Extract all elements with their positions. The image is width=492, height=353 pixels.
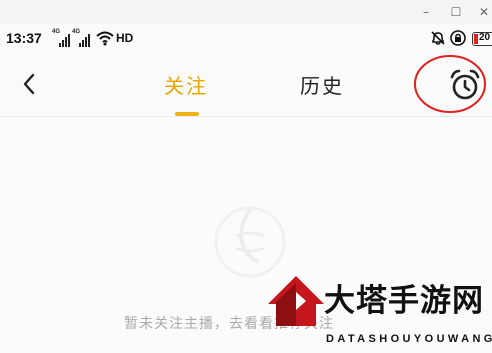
bell-mute-icon — [431, 31, 445, 45]
status-bar: 13:37 4G 4G HD 20 — [0, 24, 492, 54]
watermark-logo-icon — [268, 276, 324, 326]
wifi-icon — [96, 31, 114, 46]
hd-icon: HD — [116, 31, 134, 45]
signal-icon: 4G — [72, 29, 92, 47]
battery-icon: 20 — [472, 32, 492, 46]
chevron-left-icon[interactable] — [18, 72, 42, 96]
active-tab-indicator — [175, 112, 199, 116]
maximize-button[interactable]: ☐ — [446, 2, 466, 22]
tab-history[interactable]: 历史 — [300, 70, 344, 99]
battery-level: 20 — [479, 32, 491, 43]
watermark-subtitle: DATASHOUYOUWANG — [326, 333, 492, 345]
minimize-button[interactable]: – — [416, 2, 436, 22]
tab-follow[interactable]: 关注 — [164, 70, 208, 99]
close-button[interactable]: ✕ — [474, 2, 492, 22]
watermark-title: 大塔手游网 — [324, 283, 484, 319]
watermark: 大塔手游网 DATASHOUYOUWANG — [266, 270, 492, 353]
signal-icon: 4G — [52, 29, 72, 47]
status-time: 13:37 — [6, 30, 42, 46]
highlight-circle — [414, 55, 486, 113]
lock-icon — [450, 30, 466, 46]
window-titlebar: – ☐ ✕ — [0, 0, 492, 24]
